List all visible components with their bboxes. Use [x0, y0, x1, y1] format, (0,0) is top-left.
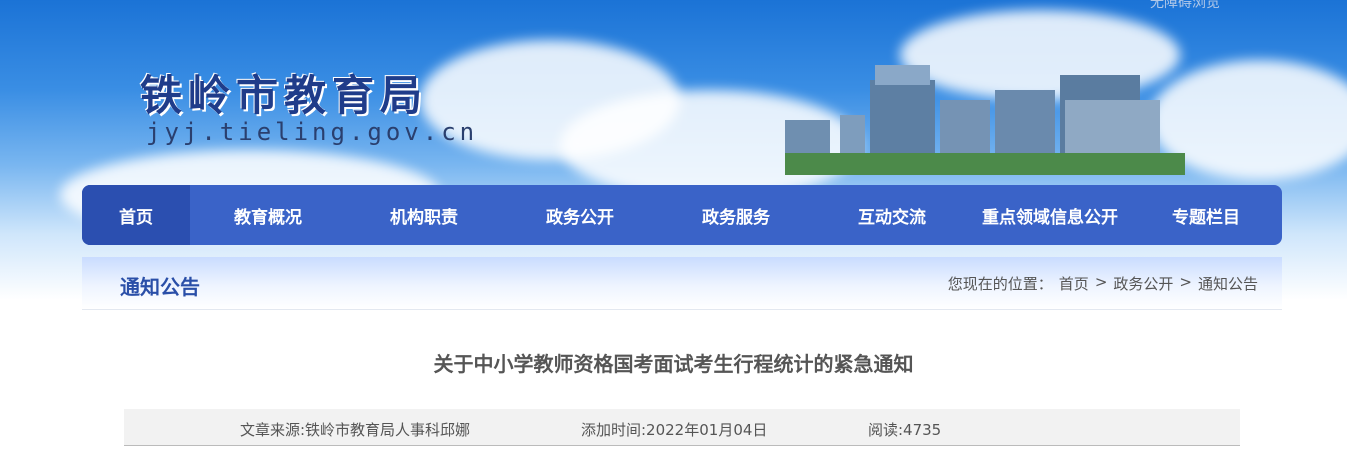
section-title: 通知公告	[120, 275, 200, 299]
city-buildings-illustration	[785, 65, 1185, 175]
article-meta: 文章来源:铁岭市教育局人事科邱娜 添加时间:2022年01月04日 阅读:473…	[124, 409, 1240, 446]
article-views: 阅读:4735	[868, 421, 942, 439]
nav-item-institution-duties[interactable]: 机构职责	[346, 185, 502, 245]
article-title: 关于中小学教师资格国考面试考生行程统计的紧急通知	[433, 352, 914, 376]
main-navigation: 首页 教育概况 机构职责 政务公开 政务服务 互动交流 重点领域信息公开 专题栏…	[82, 185, 1282, 245]
breadcrumb-prefix: 您现在的位置：	[947, 275, 1053, 293]
nav-item-special-topics[interactable]: 专题栏目	[1130, 185, 1282, 245]
nav-item-government-services[interactable]: 政务服务	[658, 185, 814, 245]
breadcrumb-government-affairs[interactable]: 政务公开	[1113, 273, 1173, 294]
breadcrumb-notices[interactable]: 通知公告	[1198, 273, 1258, 294]
nav-item-interaction[interactable]: 互动交流	[814, 185, 970, 245]
accessibility-link[interactable]: 无障碍浏览	[1150, 0, 1220, 12]
site-domain: jyj.tieling.gov.cn	[146, 118, 479, 146]
nav-item-government-affairs[interactable]: 政务公开	[502, 185, 658, 245]
article-source: 文章来源:铁岭市教育局人事科邱娜	[240, 421, 471, 439]
article-date: 添加时间:2022年01月04日	[581, 421, 768, 439]
breadcrumb-separator: >	[1179, 273, 1192, 291]
site-logo-name: 铁岭市教育局	[140, 71, 429, 120]
nav-item-key-areas[interactable]: 重点领域信息公开	[970, 185, 1130, 245]
section-header: 通知公告 您现在的位置： 首页 > 政务公开 > 通知公告	[82, 257, 1282, 310]
breadcrumb-separator: >	[1094, 273, 1108, 291]
nav-item-home[interactable]: 首页	[82, 185, 190, 245]
header-banner: 铁岭市教育局 jyj.tieling.gov.cn 无障碍浏览	[0, 0, 1347, 300]
breadcrumb: 您现在的位置： 首页 > 政务公开 > 通知公告	[948, 273, 1258, 294]
breadcrumb-home[interactable]: 首页	[1059, 273, 1089, 294]
nav-item-education-overview[interactable]: 教育概况	[190, 185, 346, 245]
